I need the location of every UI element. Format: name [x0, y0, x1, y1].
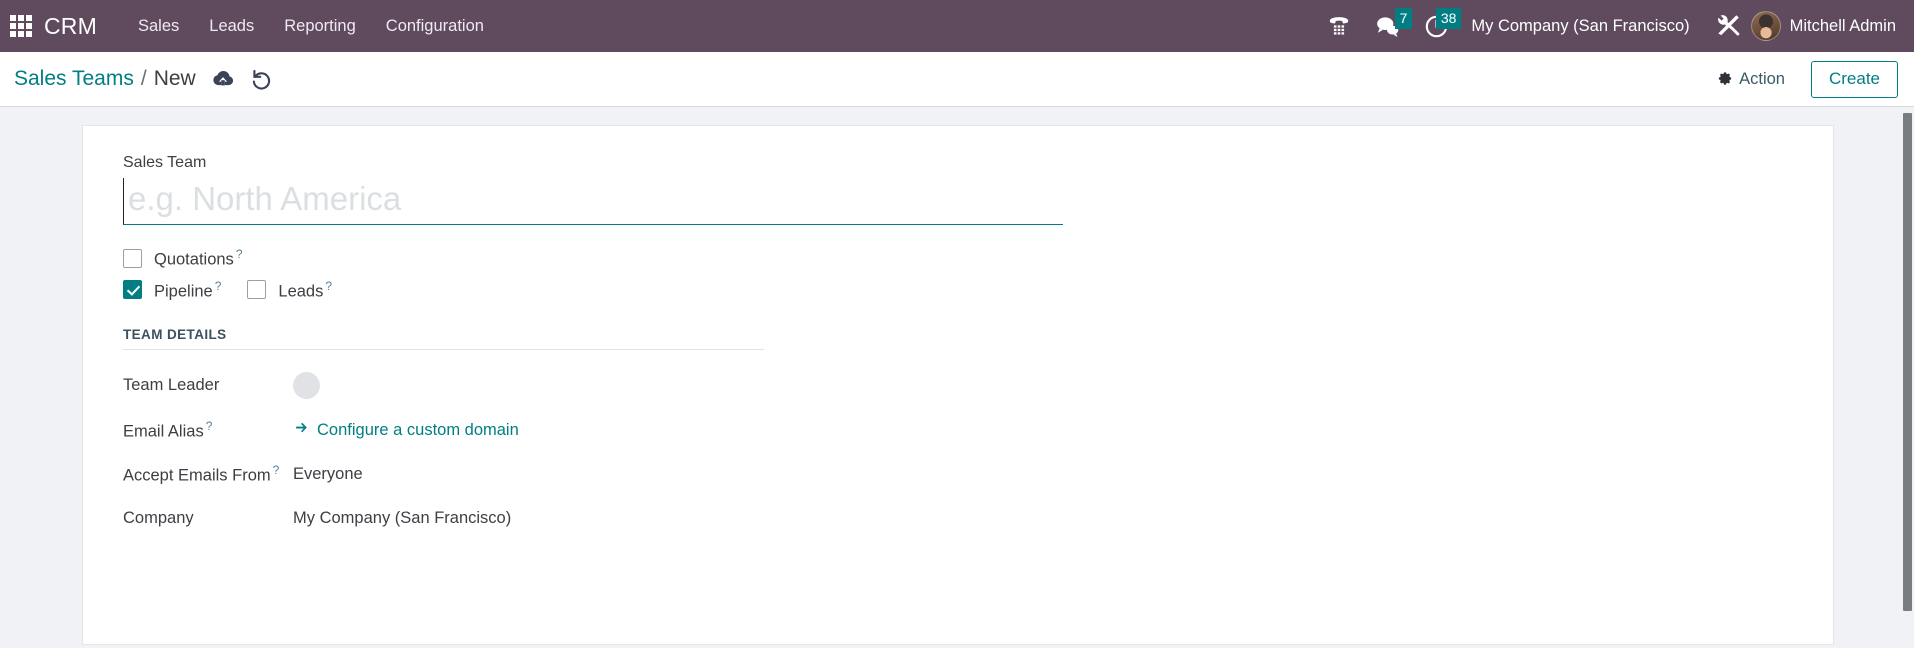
accept-emails-from-label: Accept Emails From? [123, 463, 293, 486]
pipeline-label-text: Pipeline [154, 282, 213, 300]
app-brand-crm[interactable]: CRM [44, 13, 97, 40]
create-button[interactable]: Create [1810, 60, 1898, 98]
row-email-alias: Email Alias? Configure a custom domain [123, 417, 1793, 443]
breadcrumb-sales-teams[interactable]: Sales Teams [14, 67, 134, 91]
tools-icon[interactable] [1704, 0, 1751, 52]
form-view-container: Sales Team Quotations? Pipeline? Leads? … [0, 107, 1914, 648]
gear-icon [1716, 68, 1733, 90]
menu-item-leads[interactable]: Leads [196, 11, 267, 42]
team-leader-label: Team Leader [123, 376, 220, 394]
breadcrumb-separator: / [140, 67, 147, 90]
quotations-checkbox[interactable] [123, 248, 142, 268]
messages-count-badge: 7 [1394, 8, 1413, 29]
company-switcher[interactable]: My Company (San Francisco) [1461, 17, 1703, 36]
accept-emails-from-label-text: Accept Emails From [123, 466, 271, 485]
team-leader-avatar[interactable] [293, 372, 320, 399]
row-team-leader: Team Leader [123, 372, 1793, 399]
action-menu-label: Action [1739, 69, 1785, 88]
user-menu[interactable]: Mitchell Admin [1790, 17, 1900, 36]
configure-custom-domain-label: Configure a custom domain [317, 420, 519, 439]
undo-icon[interactable] [250, 67, 274, 91]
vertical-scrollbar-thumb[interactable] [1903, 113, 1912, 611]
control-panel: Sales Teams / New Action Create [0, 52, 1914, 107]
configure-custom-domain-link[interactable]: Configure a custom domain [293, 420, 519, 440]
top-navbar: CRM Sales Leads Reporting Configuration [0, 0, 1914, 52]
quotations-label-text: Quotations [154, 250, 234, 269]
cloud-upload-icon[interactable] [211, 67, 235, 91]
breadcrumb-current-record: New [153, 67, 196, 90]
pipeline-help-icon[interactable]: ? [215, 279, 222, 293]
accept-emails-from-value[interactable]: Everyone [293, 465, 363, 484]
option-row-quotations: Quotations? [123, 247, 1793, 270]
pipeline-checkbox[interactable] [123, 280, 142, 300]
activities-menu[interactable]: 38 [1412, 0, 1462, 52]
accept-emails-from-help-icon[interactable]: ? [273, 463, 280, 477]
action-menu-button[interactable]: Action [1706, 62, 1795, 96]
sales-team-form-card: Sales Team Quotations? Pipeline? Leads? … [82, 125, 1834, 645]
quotations-label[interactable]: Quotations? [154, 247, 243, 270]
row-company: Company My Company (San Francisco) [123, 505, 1793, 531]
systray: 7 38 My Company (San Francisco) Mitchell… [1315, 0, 1900, 52]
quotations-help-icon[interactable]: ? [236, 247, 243, 261]
pipeline-label[interactable]: Pipeline? [154, 279, 221, 302]
vertical-scrollbar[interactable] [1903, 113, 1912, 641]
leads-label[interactable]: Leads? [278, 279, 332, 302]
phone-dialpad-icon[interactable] [1315, 0, 1363, 52]
arrow-right-icon [293, 420, 310, 440]
company-label: Company [123, 508, 194, 527]
row-accept-emails-from: Accept Emails From? Everyone [123, 461, 1793, 487]
activities-count-badge: 38 [1435, 8, 1462, 29]
sales-team-name-input[interactable] [123, 178, 1063, 225]
option-row-pipeline-leads: Pipeline? Leads? [123, 279, 1793, 302]
leads-help-icon[interactable]: ? [325, 279, 332, 293]
team-details-section-title: TEAM DETAILS [123, 327, 764, 350]
user-avatar[interactable] [1750, 11, 1781, 41]
apps-grid-icon[interactable] [8, 13, 34, 39]
menu-item-configuration[interactable]: Configuration [373, 11, 497, 42]
email-alias-help-icon[interactable]: ? [206, 419, 213, 433]
leads-checkbox[interactable] [247, 280, 267, 300]
menu-item-sales[interactable]: Sales [125, 11, 192, 42]
leads-label-text: Leads [278, 282, 324, 300]
sales-team-name-field [123, 178, 1063, 225]
email-alias-label-text: Email Alias [123, 422, 204, 441]
menu-item-reporting[interactable]: Reporting [271, 11, 369, 42]
sales-team-name-label: Sales Team [123, 154, 207, 171]
company-value[interactable]: My Company (San Francisco) [293, 509, 511, 528]
messages-menu[interactable]: 7 [1363, 0, 1413, 52]
email-alias-label: Email Alias? [123, 419, 293, 442]
